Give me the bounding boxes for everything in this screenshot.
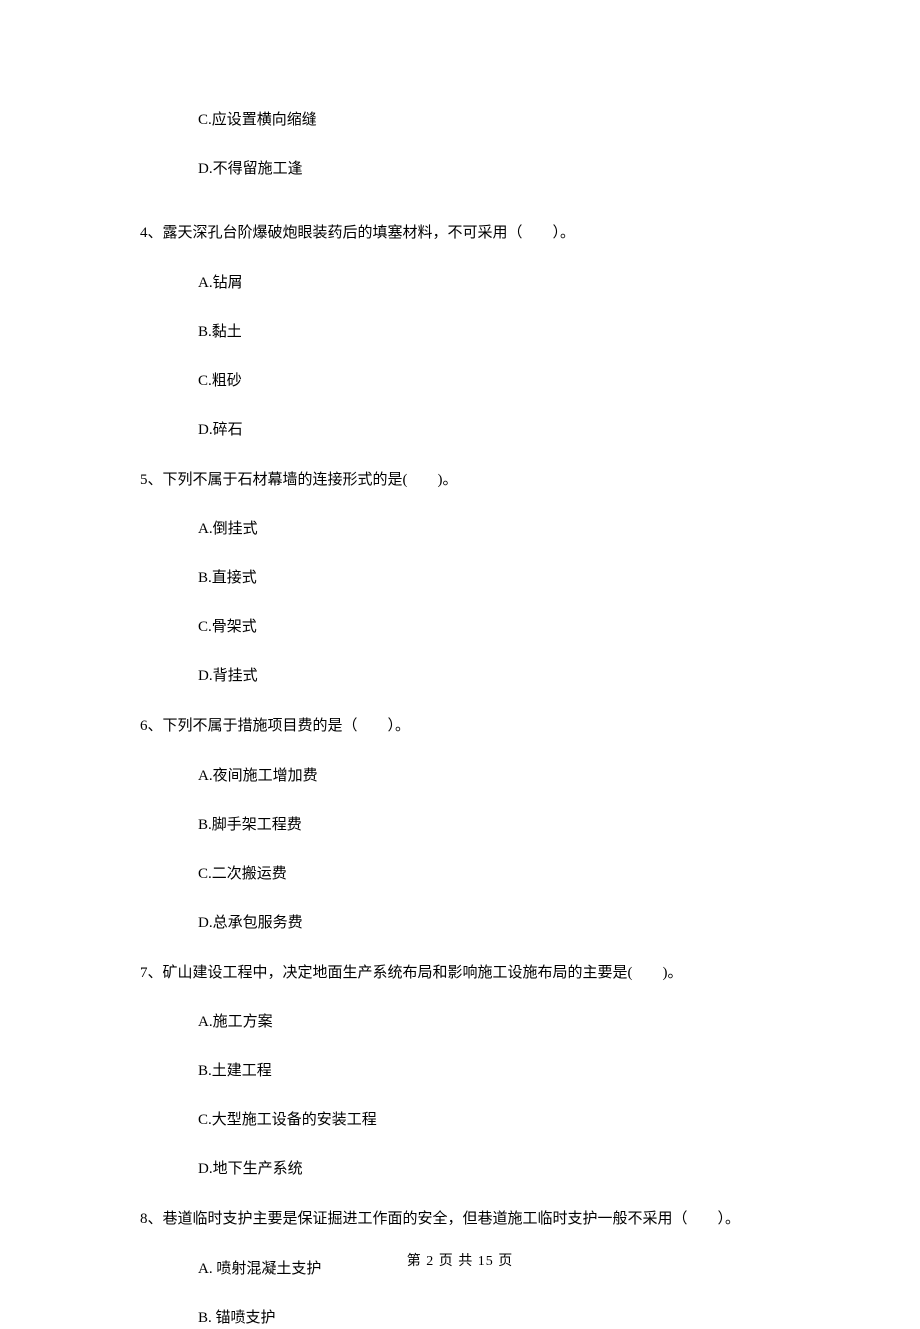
option-d: D.地下生产系统 (198, 1159, 780, 1180)
orphan-options: C.应设置横向缩缝 D.不得留施工逢 (140, 110, 780, 180)
option-b: B.土建工程 (198, 1061, 780, 1082)
question-7: 7、矿山建设工程中，决定地面生产系统布局和影响施工设施布局的主要是( )。 A.… (140, 962, 780, 1181)
question-4: 4、露天深孔台阶爆破炮眼装药后的填塞材料，不可采用（ ）。 A.钻屑 B.黏土 … (140, 222, 780, 441)
option-a: A.倒挂式 (198, 519, 780, 540)
question-stem: 8、巷道临时支护主要是保证掘进工作面的安全，但巷道施工临时支护一般不采用（ ）。 (140, 1208, 780, 1231)
option-a: A.施工方案 (198, 1012, 780, 1033)
question-6: 6、下列不属于措施项目费的是（ ）。 A.夜间施工增加费 B.脚手架工程费 C.… (140, 715, 780, 934)
page-footer: 第 2 页 共 15 页 (0, 1250, 920, 1270)
option-b: B. 锚喷支护 (198, 1308, 780, 1329)
option-a: A.钻屑 (198, 273, 780, 294)
question-stem: 5、下列不属于石材幕墙的连接形式的是( )。 (140, 469, 780, 492)
option-d: D.总承包服务费 (198, 913, 780, 934)
option-c: C.粗砂 (198, 371, 780, 392)
option-b: B.黏土 (198, 322, 780, 343)
option-b: B.脚手架工程费 (198, 815, 780, 836)
question-stem: 4、露天深孔台阶爆破炮眼装药后的填塞材料，不可采用（ ）。 (140, 222, 780, 245)
option-d: D.背挂式 (198, 666, 780, 687)
option-d: D.不得留施工逢 (198, 159, 780, 180)
question-5: 5、下列不属于石材幕墙的连接形式的是( )。 A.倒挂式 B.直接式 C.骨架式… (140, 469, 780, 688)
option-b: B.直接式 (198, 568, 780, 589)
option-a: A.夜间施工增加费 (198, 766, 780, 787)
option-c: C.大型施工设备的安装工程 (198, 1110, 780, 1131)
option-d: D.碎石 (198, 420, 780, 441)
option-c: C.应设置横向缩缝 (198, 110, 780, 131)
page-content: C.应设置横向缩缝 D.不得留施工逢 4、露天深孔台阶爆破炮眼装药后的填塞材料，… (0, 0, 920, 1329)
question-stem: 7、矿山建设工程中，决定地面生产系统布局和影响施工设施布局的主要是( )。 (140, 962, 780, 985)
option-c: C.二次搬运费 (198, 864, 780, 885)
question-stem: 6、下列不属于措施项目费的是（ ）。 (140, 715, 780, 738)
option-c: C.骨架式 (198, 617, 780, 638)
